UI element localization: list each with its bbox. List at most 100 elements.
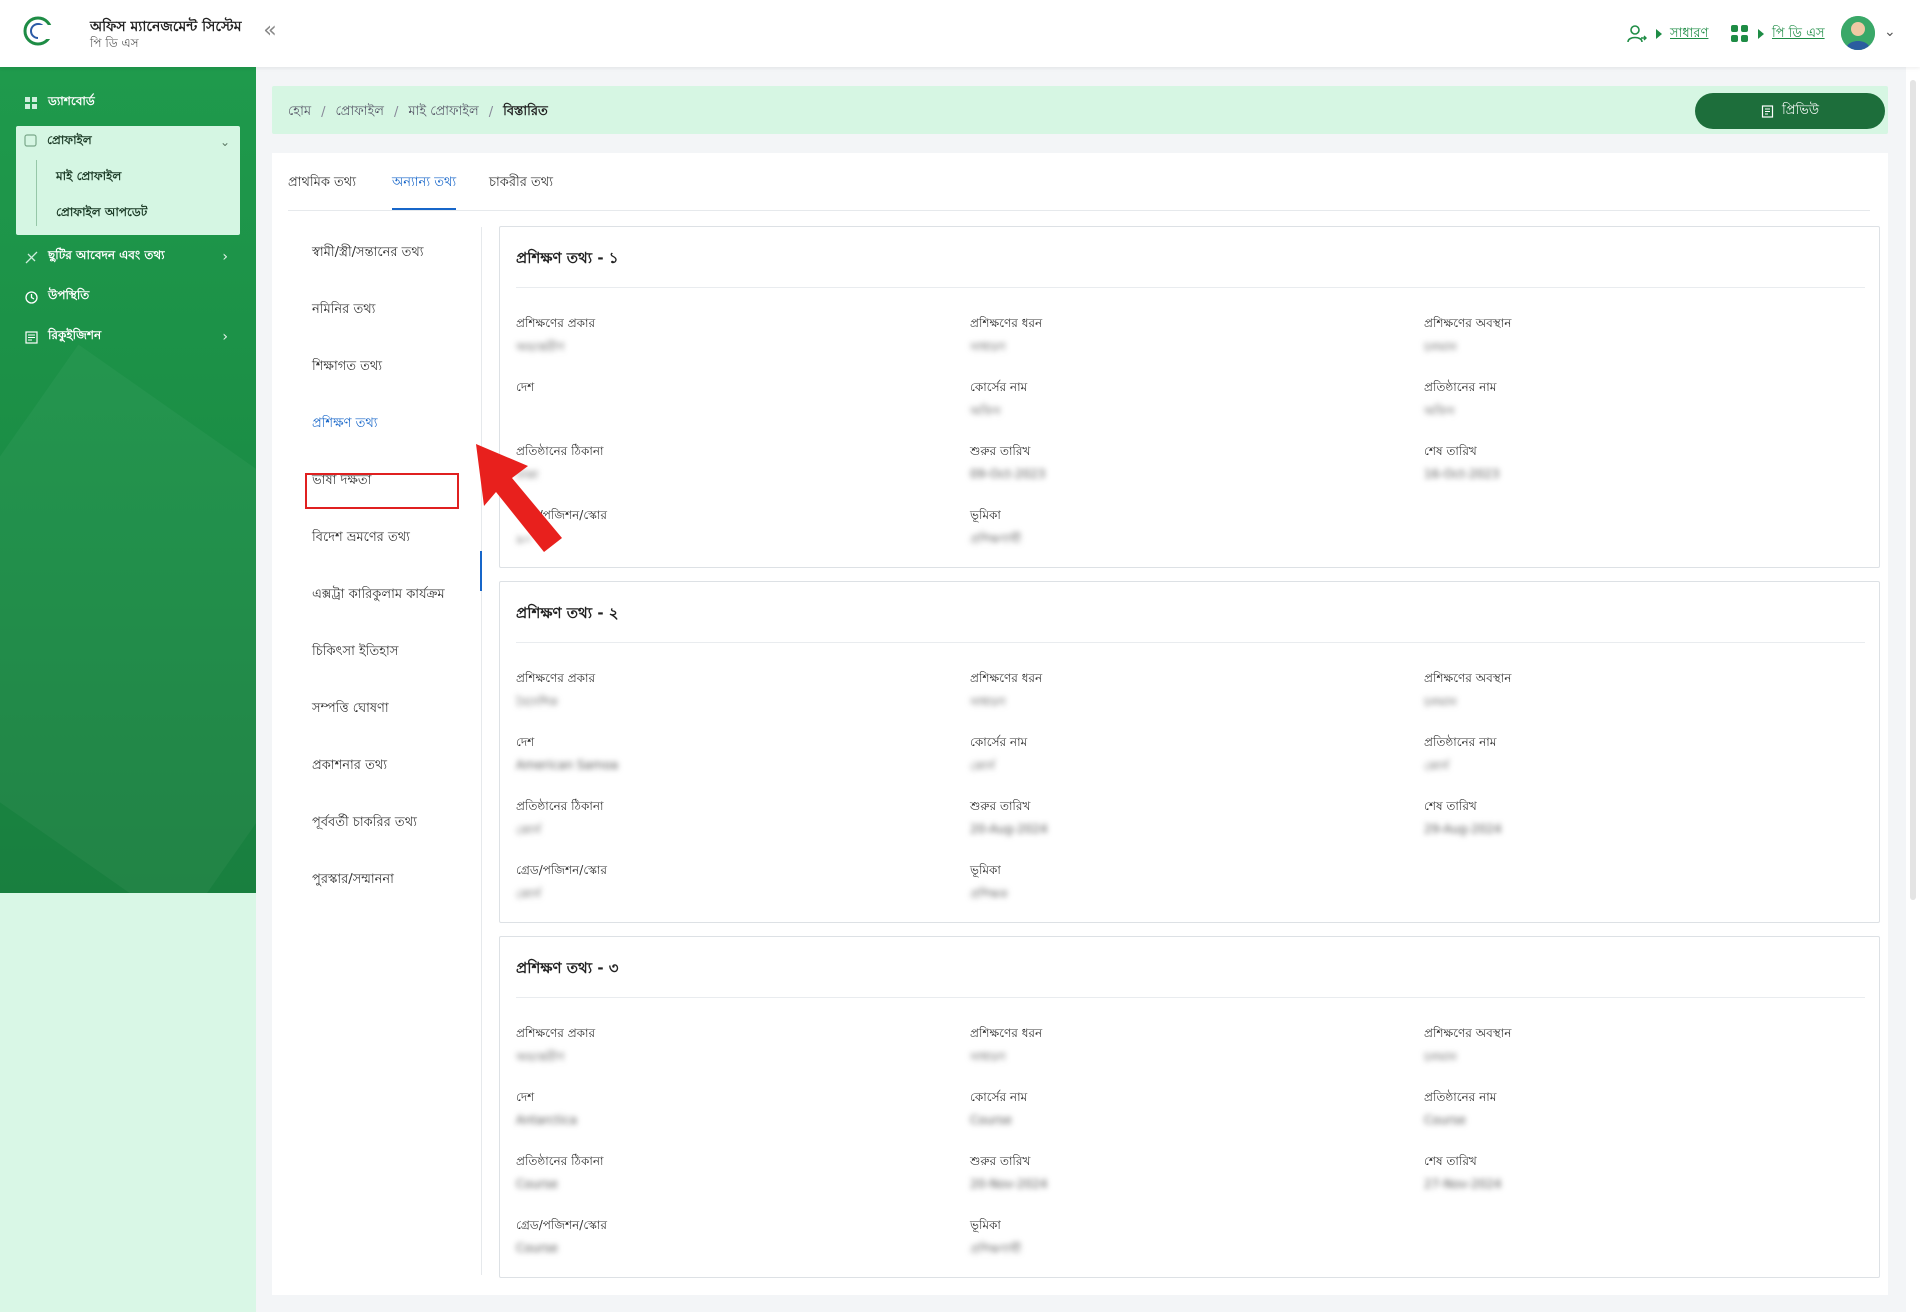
tab-basic-info[interactable]: প্রাথমিক তথ্য bbox=[288, 173, 356, 208]
breadcrumb-separator: / bbox=[393, 105, 399, 120]
label-training-status: প্রশিক্ষণের অবস্থান bbox=[1424, 316, 1512, 330]
label-country: দেশ bbox=[516, 1090, 535, 1104]
breadcrumb-profile[interactable]: প্রোফাইল bbox=[335, 102, 383, 123]
breadcrumb-current: বিস্তারিত bbox=[503, 104, 548, 119]
app-subtitle: পি ডি এস bbox=[90, 36, 139, 50]
preview-button[interactable]: প্রিভিউ bbox=[1695, 93, 1885, 129]
breadcrumb-my-profile[interactable]: মাই প্রোফাইল bbox=[408, 102, 478, 123]
label-grade: গ্রেড/পজিশন/স্কোর bbox=[516, 508, 607, 522]
label-institute-name: প্রতিষ্ঠানের নাম bbox=[1424, 380, 1497, 394]
menu-item-nominee[interactable]: নমিনির তথ্য bbox=[312, 300, 375, 321]
menu-item-education[interactable]: শিক্ষাগত তথ্য bbox=[312, 357, 382, 378]
user-switch-icon bbox=[1627, 25, 1647, 43]
menu-item-foreign-travel[interactable]: বিদেশ ভ্রমণের তথ্য bbox=[312, 528, 410, 549]
menu-item-asset-declaration[interactable]: সম্পত্তি ঘোষণা bbox=[312, 699, 389, 720]
label-training-status: প্রশিক্ষণের অবস্থান bbox=[1424, 1026, 1512, 1040]
value-end-date: 27-Nov-2024 bbox=[1424, 1177, 1502, 1191]
value-training-status: চলমান bbox=[1424, 340, 1457, 354]
training-section-3: প্রশিক্ষণ তথ্য - ৩ প্রশিক্ষণের প্রকার অভ… bbox=[499, 936, 1880, 1278]
sidebar-item-dashboard[interactable]: ড্যাশবোর্ড bbox=[0, 87, 256, 119]
label-institute-address: প্রতিষ্ঠানের ঠিকানা bbox=[516, 799, 604, 813]
label-training-kind: প্রশিক্ষণের ধরন bbox=[970, 316, 1043, 330]
label-course-name: কোর্সের নাম bbox=[970, 380, 1028, 394]
label-course-name: কোর্সের নাম bbox=[970, 735, 1028, 749]
sidebar-item-attendance[interactable]: উপস্থিতি bbox=[0, 281, 256, 313]
label-country: দেশ bbox=[516, 735, 535, 749]
menu-item-spouse-children[interactable]: স্বামী/স্ত্রী/সন্তানের তথ্য bbox=[312, 243, 424, 264]
chevron-right-icon: › bbox=[222, 249, 228, 265]
value-institute-name: কোর্স bbox=[1424, 759, 1449, 773]
sidebar-item-label: প্রোফাইল bbox=[47, 133, 92, 147]
user-avatar[interactable] bbox=[1841, 16, 1875, 50]
collapse-sidebar-icon[interactable]: « bbox=[258, 20, 282, 44]
sidebar-subitem-my-profile[interactable]: মাই প্রোফাইল bbox=[56, 168, 121, 188]
main-content-card: প্রাথমিক তথ্য অন্যান্য তথ্য চাকরীর তথ্য … bbox=[272, 153, 1888, 1295]
sidebar-item-label: ছুটির আবেদন এবং তথ্য bbox=[48, 248, 165, 262]
section-title: প্রশিক্ষণ তথ্য - ৩ bbox=[516, 959, 619, 977]
value-institute-address: Course bbox=[516, 1177, 558, 1191]
menu-item-extra-curricular[interactable]: এক্সট্রা কারিকুলাম কার্যক্রম bbox=[312, 585, 445, 606]
label-end-date: শেষ তারিখ bbox=[1424, 444, 1477, 458]
chevron-right-icon: › bbox=[222, 329, 228, 345]
profile-icon bbox=[24, 134, 37, 150]
value-institute-address: কোর্স bbox=[516, 823, 541, 837]
menu-item-training[interactable]: প্রশিক্ষণ তথ্য bbox=[312, 414, 378, 435]
value-training-status: চলমান bbox=[1424, 695, 1457, 709]
info-side-menu: স্বামী/স্ত্রী/সন্তানের তথ্য নমিনির তথ্য … bbox=[288, 227, 478, 1277]
value-grade: ৯০ bbox=[516, 532, 532, 546]
label-training-type: প্রশিক্ষণের প্রকার bbox=[516, 1026, 596, 1040]
label-institute-address: প্রতিষ্ঠানের ঠিকানা bbox=[516, 444, 604, 458]
tab-bar: প্রাথমিক তথ্য অন্যান্য তথ্য চাকরীর তথ্য bbox=[288, 153, 1870, 211]
menu-item-awards[interactable]: পুরস্কার/সম্মাননা bbox=[312, 870, 394, 891]
tab-job-info[interactable]: চাকরীর তথ্য bbox=[489, 173, 553, 208]
sidebar: ড্যাশবোর্ড প্রোফাইল ⌄ মাই প্রোফাইল প্রোফ… bbox=[0, 67, 256, 893]
sidebar-item-requisition[interactable]: রিকুইজিশন › bbox=[0, 321, 256, 353]
sidebar-item-leave[interactable]: ছুটির আবেদন এবং তথ্য › bbox=[0, 241, 256, 273]
value-end-date: 16-Oct-2023 bbox=[1424, 467, 1500, 481]
menu-item-previous-job[interactable]: পূর্ববর্তী চাকরির তথ্য bbox=[312, 813, 417, 834]
value-role: প্রশিক্ষণার্থী bbox=[970, 532, 1022, 546]
breadcrumb-home[interactable]: হোম bbox=[288, 102, 311, 123]
chevron-down-icon[interactable]: ⌄ bbox=[1884, 24, 1896, 40]
tab-other-info[interactable]: অন্যান্য তথ্য bbox=[392, 173, 457, 210]
label-training-kind: প্রশিক্ষণের ধরন bbox=[970, 671, 1043, 685]
label-training-type: প্রশিক্ষণের প্রকার bbox=[516, 671, 596, 685]
label-start-date: শুরুর তারিখ bbox=[970, 444, 1031, 458]
value-course-name: Course bbox=[970, 1113, 1012, 1127]
sidebar-subitem-profile-update[interactable]: প্রোফাইল আপডেট bbox=[56, 204, 147, 224]
role-switcher[interactable]: সাধারণ bbox=[1626, 20, 1708, 48]
highlight-annotation-box bbox=[305, 473, 459, 509]
label-country: দেশ bbox=[516, 380, 535, 394]
label-end-date: শেষ তারিখ bbox=[1424, 799, 1477, 813]
training-section-1: প্রশিক্ষণ তথ্য - ১ প্রশিক্ষণের প্রকার অভ… bbox=[499, 226, 1880, 568]
page-scrollbar-thumb[interactable] bbox=[1910, 80, 1916, 900]
clock-icon bbox=[24, 290, 38, 304]
sidebar-footer-area bbox=[0, 893, 256, 1312]
value-start-date: 09-Oct-2023 bbox=[970, 467, 1046, 481]
label-training-kind: প্রশিক্ষণের ধরন bbox=[970, 1026, 1043, 1040]
value-training-type: বৈদেশিক bbox=[516, 695, 558, 709]
office-link[interactable]: পি ডি এস bbox=[1772, 24, 1825, 45]
label-grade: গ্রেড/পজিশন/স্কোর bbox=[516, 863, 607, 877]
value-institute-name: অফিস bbox=[1424, 404, 1455, 418]
value-start-date: 20-Nov-2024 bbox=[970, 1177, 1048, 1191]
office-switcher[interactable]: পি ডি এস bbox=[1730, 20, 1825, 48]
value-training-kind: সাধারণ bbox=[970, 1050, 1006, 1064]
breadcrumb: হোম / প্রোফাইল / মাই প্রোফাইল / বিস্তারি… bbox=[288, 102, 548, 123]
value-training-type: অভ্যন্তরীণ bbox=[516, 340, 565, 354]
top-header: অফিস ম্যানেজমেন্ট সিস্টেম পি ডি এস « সাধ… bbox=[0, 0, 1920, 67]
chevron-down-icon: ⌄ bbox=[219, 135, 230, 149]
menu-item-medical-history[interactable]: চিকিৎসা ইতিহাস bbox=[312, 642, 398, 663]
label-role: ভূমিকা bbox=[970, 508, 1001, 522]
grid-icon bbox=[24, 96, 38, 110]
menu-item-publication[interactable]: প্রকাশনার তথ্য bbox=[312, 756, 387, 777]
label-start-date: শুরুর তারিখ bbox=[970, 799, 1031, 813]
role-link[interactable]: সাধারণ bbox=[1670, 24, 1708, 45]
label-end-date: শেষ তারিখ bbox=[1424, 1154, 1477, 1168]
value-country: Antarctica bbox=[516, 1113, 578, 1127]
caret-right-icon bbox=[1656, 29, 1662, 39]
caret-right-icon bbox=[1758, 29, 1764, 39]
sidebar-item-profile[interactable]: প্রোফাইল ⌄ bbox=[16, 126, 240, 158]
label-training-type: প্রশিক্ষণের প্রকার bbox=[516, 316, 596, 330]
sidebar-item-label: উপস্থিতি bbox=[48, 288, 90, 302]
